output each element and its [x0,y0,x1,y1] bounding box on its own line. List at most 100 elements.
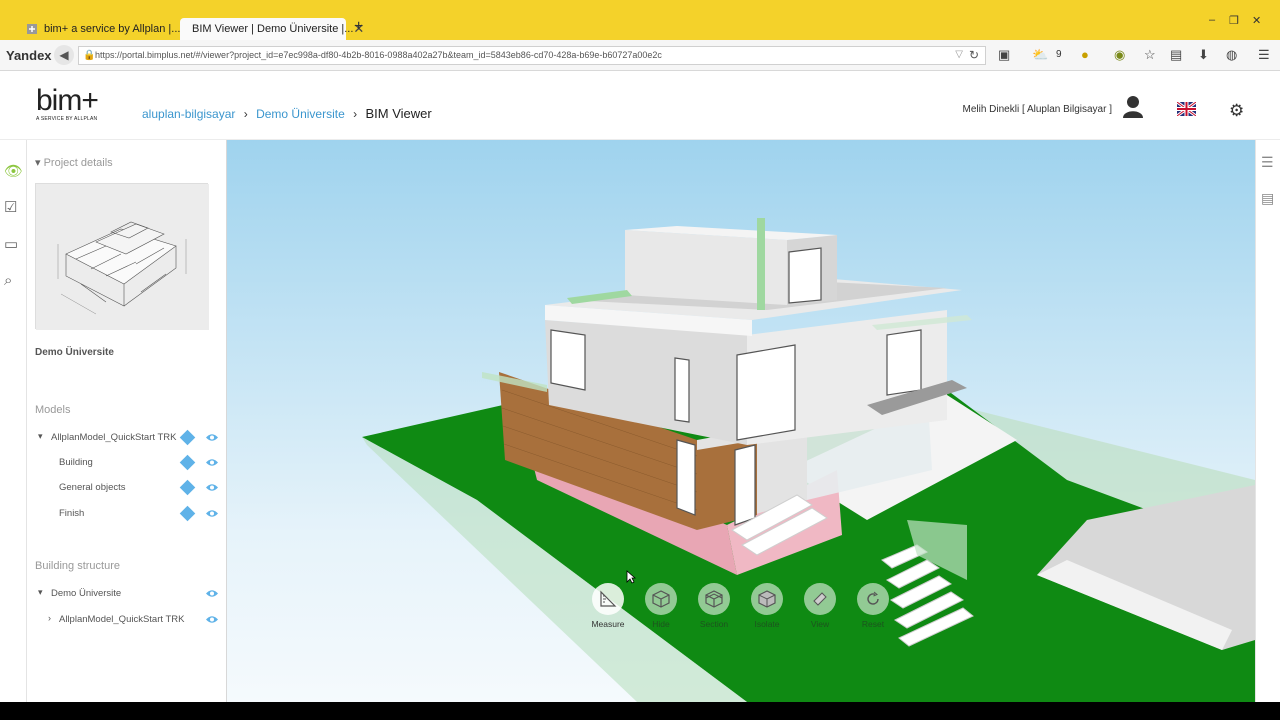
settings-gear-icon[interactable]: ⚙ [1229,101,1244,121]
url-field[interactable]: 🔒 https://portal.bimplus.net/#/viewer?pr… [78,46,986,65]
allplan-favicon-icon [26,23,38,35]
list-menu-icon[interactable]: ☰ [1261,154,1274,171]
back-button[interactable]: ◀ [54,45,74,65]
clipboard-icon[interactable]: ▤ [1170,47,1182,63]
project-panel: ▾ Project details Demo Üniversite Models… [27,140,227,702]
document-icon[interactable]: ▤ [1261,190,1274,207]
section-cube-icon [698,583,730,615]
structure-label: Demo Üniversite [51,588,122,599]
tool-label: Measure [591,619,625,629]
breadcrumb-team-link[interactable]: aluplan-bilgisayar [142,107,235,121]
extension-icon[interactable]: ▣ [998,47,1010,63]
structure-row-model[interactable]: › AllplanModel_QuickStart TRK [27,609,227,631]
eye-icon[interactable]: 👁 [4,162,23,180]
new-tab-button[interactable]: + [354,18,363,36]
download-icon[interactable]: ⬇ [1198,47,1209,63]
screen-bottom-border [0,702,1280,720]
menu-icon[interactable]: ☰ [1258,47,1270,63]
eye-icon[interactable] [205,482,219,493]
hide-tool-button[interactable]: Hide [637,583,685,629]
building-model-render [227,140,1255,702]
building-structure-header: Building structure [35,560,120,572]
view-tool-button[interactable]: View [796,583,844,629]
project-details-title: Project details [43,157,113,169]
tool-label: View [810,619,830,629]
breadcrumb: aluplan-bilgisayar › Demo Üniversite › B… [142,106,432,121]
maximize-icon[interactable]: ❐ [1229,14,1239,27]
minimize-icon[interactable]: – [1209,14,1215,26]
project-details-header[interactable]: ▾ Project details [35,156,113,169]
isolate-tool-button[interactable]: Isolate [743,583,791,629]
isolate-cube-icon [751,583,783,615]
coin-icon[interactable]: ● [1081,47,1089,62]
right-icon-strip: ☰ ▤ [1255,140,1280,702]
eye-icon[interactable] [205,432,219,443]
chevron-down-icon: ▾ [35,157,41,169]
url-text: https://portal.bimplus.net/#/viewer?proj… [95,50,662,60]
model-label: Building [59,457,93,468]
checklist-icon[interactable]: ☑ [4,198,17,216]
model-label: Finish [59,508,85,519]
models-header: Models [35,404,71,416]
reset-icon [857,583,889,615]
visibility-diamond-icon[interactable] [179,479,196,496]
reset-tool-button[interactable]: Reset [849,583,897,629]
model-row-finish[interactable]: Finish [27,503,227,525]
mouse-cursor-icon [626,570,636,584]
chevron-down-icon[interactable]: ▾ [38,587,43,598]
uk-flag-icon[interactable] [1176,100,1197,118]
model-row-general-objects[interactable]: General objects [27,477,227,499]
ruler-icon [592,583,624,615]
weather-icon[interactable]: ⛅ [1032,47,1048,63]
cube-outline-icon [645,583,677,615]
user-name[interactable]: Melih Dinekli [ Aluplan Bilgisayar ] [962,104,1112,115]
eye-icon[interactable] [205,588,219,599]
project-thumbnail[interactable] [35,183,209,330]
breadcrumb-project-link[interactable]: Demo Üniversite [256,107,345,121]
measure-tool-button[interactable]: Measure [584,583,632,629]
visibility-diamond-icon[interactable] [179,454,196,471]
yandex-logo[interactable]: Yandex [6,48,52,63]
left-icon-strip: 👁 ☑ ▭ ⌕ [0,140,27,702]
structure-row-root[interactable]: ▾ Demo Üniversite [27,583,227,605]
model-label: General objects [59,482,126,493]
tool-label: Hide [652,619,670,629]
model-row-root[interactable]: ▾ AllplanModel_QuickStart TRK [27,427,227,449]
chat-icon[interactable]: ◍ [1226,47,1237,63]
dropdown-icon[interactable]: ▽ [955,49,963,60]
tab-title: BIM Viewer | Demo Üniversite |... [192,23,354,35]
lock-icon: 🔒 [83,50,96,61]
logo-wordmark: bim+ [36,84,99,117]
tool-label: Isolate [754,619,780,629]
app-header: bim+ A SERVICE BY ALLPLAN aluplan-bilgis… [0,71,1280,140]
breadcrumb-separator: › [353,107,358,121]
bookmark-star-icon[interactable]: ☆ [1144,47,1156,63]
structure-label: AllplanModel_QuickStart TRK [59,614,185,625]
reload-icon[interactable]: ↻ [969,48,979,62]
weather-count: 9 [1056,49,1062,60]
chevron-right-icon[interactable]: › [48,613,51,623]
search-icon[interactable]: ⌕ [4,272,12,289]
page-title: BIM Viewer [365,106,432,121]
project-name: Demo Üniversite [35,347,114,358]
eye-icon[interactable] [205,614,219,625]
3d-viewport[interactable] [227,140,1255,702]
model-row-building[interactable]: Building [27,452,227,474]
tool-label: Section [699,619,729,629]
protect-icon[interactable]: ◉ [1114,47,1125,63]
logo-tagline: A SERVICE BY ALLPLAN [36,116,98,122]
comment-icon[interactable]: ▭ [4,235,18,253]
eye-icon[interactable] [205,457,219,468]
eye-icon[interactable] [205,508,219,519]
browser-tab-bimplus[interactable]: bim+ a service by Allplan |... ✕ [14,18,191,40]
browser-tab-bim-viewer[interactable]: BIM Viewer | Demo Üniversite |... ✕ [180,18,364,40]
tool-label: Reset [861,619,885,629]
visibility-diamond-icon[interactable] [179,505,196,522]
bimplus-logo[interactable]: bim+ A SERVICE BY ALLPLAN [36,84,99,123]
section-tool-button[interactable]: Section [690,583,738,629]
visibility-diamond-icon[interactable] [179,429,196,446]
view-icon [804,583,836,615]
chevron-down-icon[interactable]: ▾ [38,431,43,442]
close-window-icon[interactable]: ✕ [1252,14,1261,27]
user-avatar-icon[interactable] [1122,95,1144,119]
